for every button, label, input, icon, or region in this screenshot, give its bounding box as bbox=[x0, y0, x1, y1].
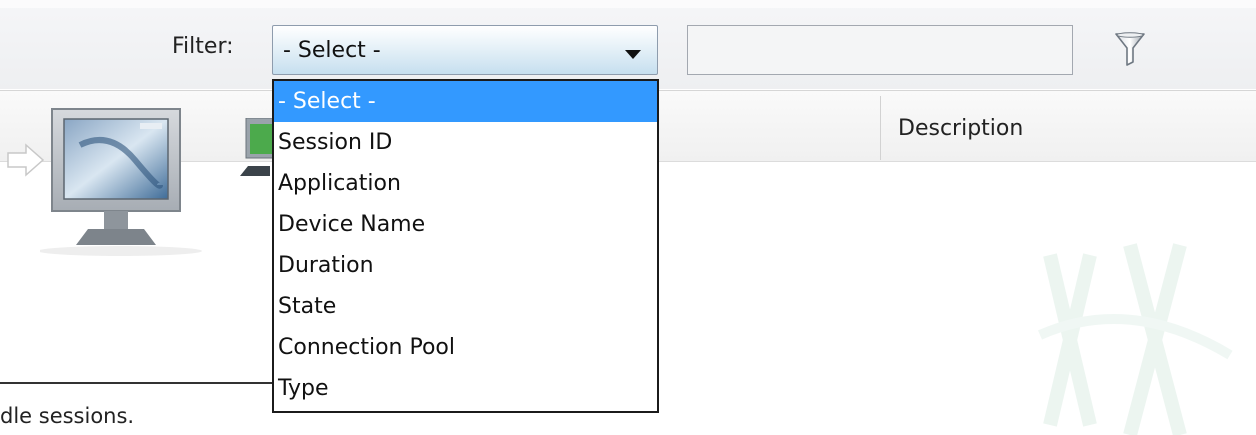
dropdown-option-session-id[interactable]: Session ID bbox=[274, 122, 657, 163]
filter-toolbar: Filter: - Select - bbox=[0, 0, 1256, 89]
dropdown-option-type[interactable]: Type bbox=[274, 368, 657, 409]
dropdown-option-duration[interactable]: Duration bbox=[274, 245, 657, 286]
filter-select-value: - Select - bbox=[283, 38, 381, 63]
status-message: dle sessions. bbox=[0, 404, 135, 428]
watermark-logo-icon bbox=[1037, 243, 1233, 435]
funnel-filter-icon[interactable] bbox=[1114, 31, 1146, 67]
monitor-icon bbox=[40, 108, 202, 256]
filter-field-select[interactable]: - Select - bbox=[272, 25, 658, 75]
column-divider[interactable] bbox=[880, 96, 881, 160]
dropdown-option-connection-pool[interactable]: Connection Pool bbox=[274, 327, 657, 368]
filter-label: Filter: bbox=[172, 34, 234, 59]
chevron-down-icon[interactable] bbox=[625, 50, 641, 59]
filter-dropdown-list: - Select - Session ID Application Device… bbox=[272, 79, 659, 413]
dropdown-option-device-name[interactable]: Device Name bbox=[274, 204, 657, 245]
divider-line bbox=[0, 382, 278, 384]
filter-value-input[interactable] bbox=[687, 25, 1073, 75]
dropdown-option-application[interactable]: Application bbox=[274, 163, 657, 204]
toolbar-top-edge bbox=[0, 0, 1256, 8]
dropdown-option-state[interactable]: State bbox=[274, 286, 657, 327]
filter-panel: Filter: - Select - Description dle sessi… bbox=[0, 0, 1256, 435]
dropdown-option-select[interactable]: - Select - bbox=[274, 81, 657, 122]
column-header-description[interactable]: Description bbox=[898, 116, 1023, 141]
